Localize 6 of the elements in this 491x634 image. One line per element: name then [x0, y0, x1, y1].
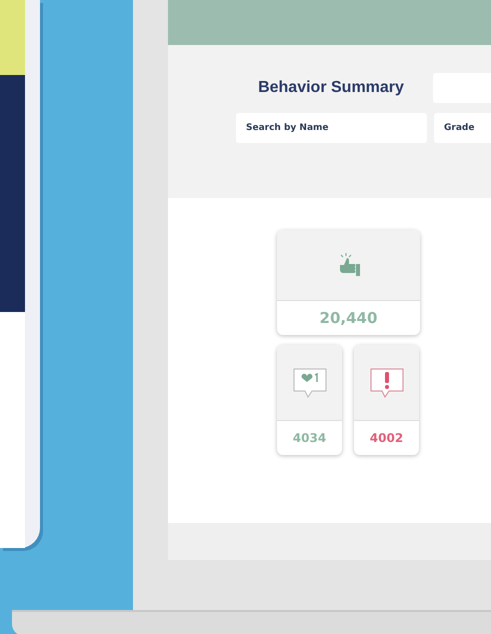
total-count: 20,440	[318, 308, 378, 329]
grade-field[interactable]: Grade	[434, 113, 491, 143]
page-title: Behavior Summary	[257, 79, 405, 97]
search-field[interactable]: Search by Name	[236, 113, 427, 143]
stat-count: 4002	[368, 430, 404, 447]
stat-count: 4034	[292, 430, 328, 447]
